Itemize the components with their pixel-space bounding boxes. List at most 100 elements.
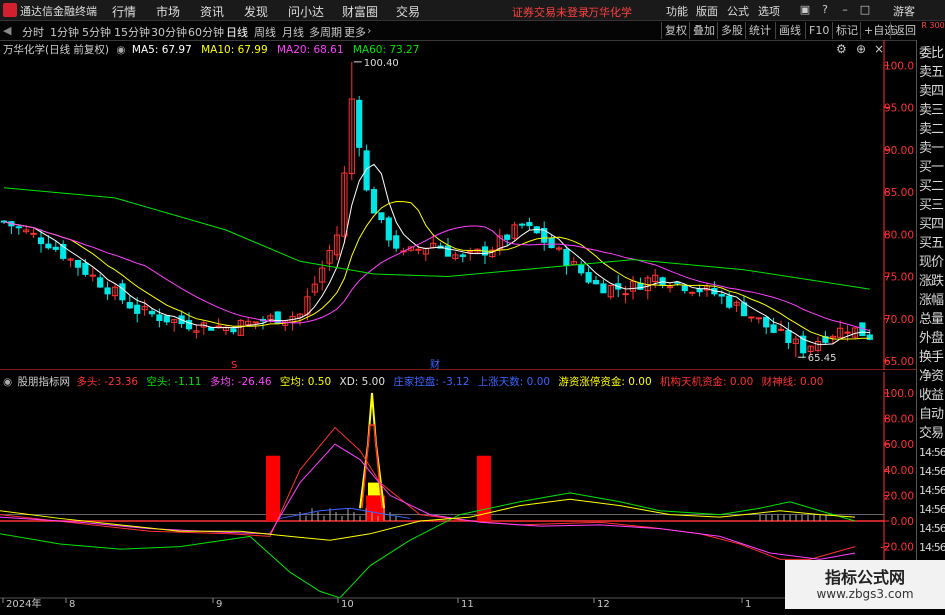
side-item[interactable]: 14:56 xyxy=(919,442,945,463)
candle-body xyxy=(385,217,392,241)
menu-formula[interactable]: 公式 xyxy=(727,3,749,19)
tab-multi-period[interactable]: 多周期 xyxy=(309,24,342,40)
side-item[interactable]: 卖四 xyxy=(919,81,945,102)
menu-function[interactable]: 功能 xyxy=(666,3,688,19)
watermark-logo: 指标公式网 www.zbgs3.com xyxy=(785,560,945,609)
candlestick-chart[interactable]: 100.0 95.00 90.00 85.00 80.00 75.00 70.00 65.00… xyxy=(0,40,916,370)
multi-stock-button[interactable]: 多股 xyxy=(717,22,746,39)
candle-body xyxy=(844,331,851,334)
price-tick-label: 85.00 xyxy=(884,187,914,199)
candle-body xyxy=(666,286,674,289)
stats-button[interactable]: 统计 xyxy=(745,22,774,39)
side-item[interactable]: 14:56 xyxy=(919,461,945,482)
side-item[interactable]: 14:56 xyxy=(919,480,945,501)
side-item[interactable]: 买三 xyxy=(919,195,945,216)
menu-trade[interactable]: 交易 xyxy=(396,3,420,20)
candle-body xyxy=(52,246,59,250)
side-item[interactable]: 换手 xyxy=(919,347,945,368)
side-item[interactable]: 卖二 xyxy=(919,119,945,140)
candle-body xyxy=(82,262,89,275)
candle-body xyxy=(526,222,533,227)
side-item[interactable]: 外盘 xyxy=(919,328,945,349)
side-item[interactable]: 卖三 xyxy=(919,100,945,121)
candle-body xyxy=(785,330,792,344)
candle-body xyxy=(548,238,555,249)
draw-line-button[interactable]: 画线 xyxy=(775,22,804,39)
side-item[interactable]: 收益 xyxy=(919,385,945,406)
candle-body xyxy=(777,328,785,331)
candle-body xyxy=(134,304,141,314)
kongjun-line xyxy=(0,498,856,541)
x-tick-label: 11 xyxy=(461,599,474,609)
tab-5min[interactable]: 5分钟 xyxy=(82,24,111,40)
menu-market[interactable]: 市场 xyxy=(156,3,180,20)
x-tick-label: 8 xyxy=(69,599,75,609)
indicator-tick-label: -20.00 xyxy=(880,542,914,554)
side-item[interactable]: 14:56 xyxy=(919,537,945,558)
tab-daily[interactable]: 日线 xyxy=(226,24,248,40)
side-item[interactable]: 卖一 xyxy=(919,138,945,159)
minimize-icon[interactable]: – xyxy=(837,2,853,18)
help-icon[interactable]: ? xyxy=(817,2,833,18)
overlay-button[interactable]: 叠加 xyxy=(689,22,718,39)
x-tick-label: 2024年 xyxy=(6,597,41,609)
high-label: 100.40 xyxy=(364,58,399,69)
candle-body xyxy=(215,325,222,328)
app-logo-icon xyxy=(3,3,17,17)
side-item[interactable]: 14:56 xyxy=(919,518,945,539)
adjust-button[interactable]: 复权 xyxy=(661,22,690,39)
side-item[interactable]: 14:56 xyxy=(919,499,945,520)
menu-news[interactable]: 资讯 xyxy=(200,3,224,20)
side-item[interactable]: 买二 xyxy=(919,176,945,197)
candle-body xyxy=(467,250,474,253)
tab-60min[interactable]: 60分钟 xyxy=(188,24,224,40)
tab-15min[interactable]: 15分钟 xyxy=(114,24,150,40)
menu-discover[interactable]: 发现 xyxy=(244,3,268,20)
price-tick-label: 100.0 xyxy=(884,60,914,72)
maximize-icon[interactable]: □ xyxy=(857,2,873,18)
menu-layout[interactable]: 版面 xyxy=(696,3,718,19)
candle-body xyxy=(592,279,600,285)
tab-weekly[interactable]: 周线 xyxy=(254,24,276,40)
side-item[interactable]: 净资 xyxy=(919,366,945,387)
login-status: 证券交易未登录 xyxy=(512,6,589,19)
candle-body xyxy=(356,99,363,148)
chevron-right-icon[interactable]: › xyxy=(367,24,371,37)
signal-bar xyxy=(477,455,491,521)
guest-label[interactable]: 游客 xyxy=(893,3,915,19)
tab-more[interactable]: 更多 xyxy=(344,24,366,40)
mark-button[interactable]: 标记 xyxy=(832,22,861,39)
side-item[interactable]: 涨幅 xyxy=(919,290,945,311)
side-item[interactable]: 交易 xyxy=(919,423,945,444)
f10-button[interactable]: F10 xyxy=(805,22,832,39)
x-tick-label: 10 xyxy=(341,599,354,609)
tab-1min[interactable]: 1分钟 xyxy=(50,24,79,40)
back-button[interactable]: 返回 xyxy=(890,22,919,39)
side-item[interactable]: 买一 xyxy=(919,157,945,178)
indicator-chart[interactable]: 100.0 80.00 60.00 40.00 20.00 0.00 -20.00 2024年… xyxy=(0,372,916,609)
collapse-icon[interactable]: ◀ xyxy=(3,24,11,37)
toolbar-icon[interactable]: ▣ xyxy=(797,2,813,18)
menu-quotes[interactable]: 行情 xyxy=(112,3,136,20)
watermark-url: www.zbgs3.com xyxy=(816,587,914,601)
price-tick-label: 90.00 xyxy=(884,145,914,157)
menu-wealth[interactable]: 财富圈 xyxy=(342,3,378,20)
menu-ask[interactable]: 问小达 xyxy=(288,3,324,20)
side-top-label: R 300 xyxy=(921,21,945,30)
side-item[interactable]: 总量 xyxy=(919,309,945,330)
side-item[interactable]: 买四 xyxy=(919,214,945,235)
menu-options[interactable]: 选项 xyxy=(758,3,780,19)
price-tick-label: 70.00 xyxy=(884,314,914,326)
menu-bar: 通达信金融终端 行情 市场 资讯 发现 问小达 财富圈 交易 证券交易未登录 万… xyxy=(0,0,945,21)
side-item[interactable]: 涨跌 xyxy=(919,271,945,292)
side-item[interactable]: 卖五 xyxy=(919,62,945,83)
side-item[interactable]: 买五 xyxy=(919,233,945,254)
tab-30min[interactable]: 30分钟 xyxy=(151,24,187,40)
candle-body xyxy=(97,277,104,288)
side-item[interactable]: 委比 xyxy=(919,43,945,64)
candle-body xyxy=(755,317,762,320)
tab-timeshare[interactable]: 分时 xyxy=(22,24,44,40)
side-item[interactable]: 自动 xyxy=(919,404,945,425)
side-item[interactable]: 现价 xyxy=(919,252,945,273)
tab-monthly[interactable]: 月线 xyxy=(282,24,304,40)
